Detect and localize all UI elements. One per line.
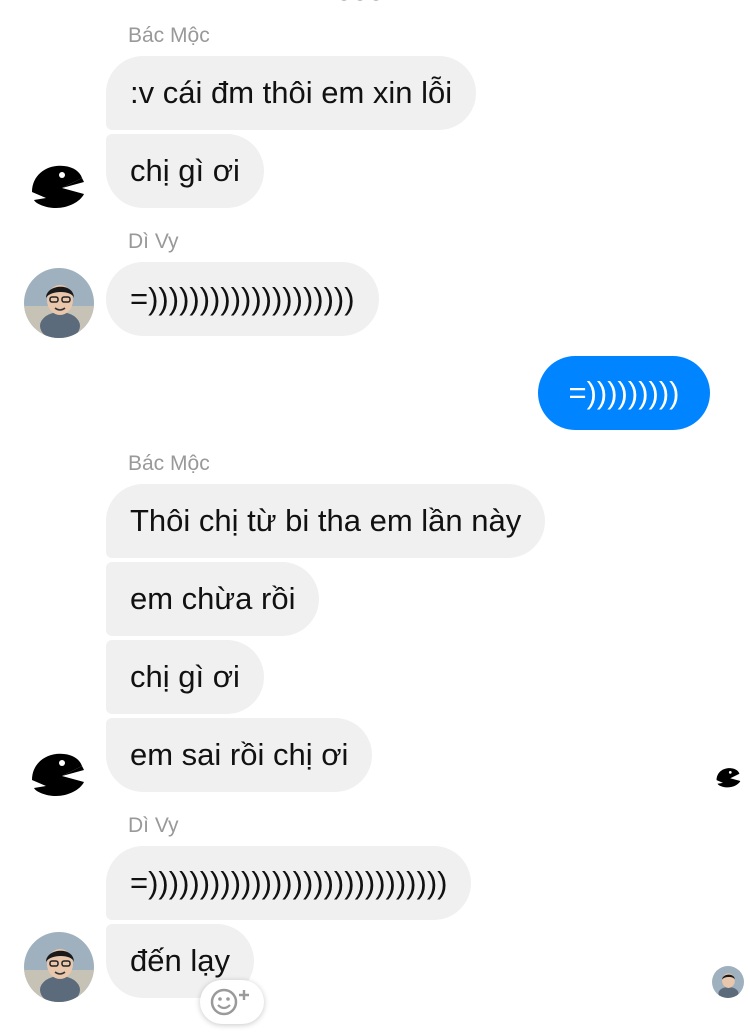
message-bubble[interactable]: :v cái đm thôi em xin lỗi bbox=[106, 56, 477, 130]
sender-name: Bác Mộc bbox=[128, 24, 210, 47]
read-receipt-avatar bbox=[712, 966, 744, 998]
smiley-plus-icon bbox=[210, 988, 249, 1016]
message-bubble[interactable]: =)))))))))))))))))))) bbox=[106, 262, 379, 336]
add-reaction-button[interactable] bbox=[200, 980, 264, 1024]
message-bubble[interactable]: chị gì ơi bbox=[106, 134, 264, 208]
duck-avatar-icon[interactable] bbox=[22, 148, 92, 218]
read-receipt-duck-icon bbox=[712, 760, 744, 792]
sender-name: Dì Vy bbox=[128, 230, 179, 253]
message-bubble[interactable]: =))))))))))))))))))))))))))))) bbox=[106, 846, 472, 920]
outgoing-message-bubble[interactable]: =))))))))) bbox=[538, 356, 710, 430]
message-bubble[interactable]: chị gì ơi bbox=[106, 640, 264, 714]
message-bubble[interactable]: em sai rồi chị ơi bbox=[106, 718, 373, 792]
duck-avatar-icon[interactable] bbox=[22, 736, 92, 806]
sender-name: Dì Vy bbox=[128, 814, 179, 837]
message-bubble[interactable]: Thôi chị từ bi tha em lần này bbox=[106, 484, 546, 558]
chat-thread: Bác Mộc :v cái đm thôi em xin lỗi chị gì… bbox=[0, 0, 750, 1036]
profile-photo-avatar[interactable] bbox=[24, 268, 94, 338]
message-bubble[interactable]: em chừa rồi bbox=[106, 562, 320, 636]
top-dots bbox=[341, 0, 379, 1]
sender-name: Bác Mộc bbox=[128, 452, 210, 475]
profile-photo-avatar[interactable] bbox=[24, 932, 94, 1002]
